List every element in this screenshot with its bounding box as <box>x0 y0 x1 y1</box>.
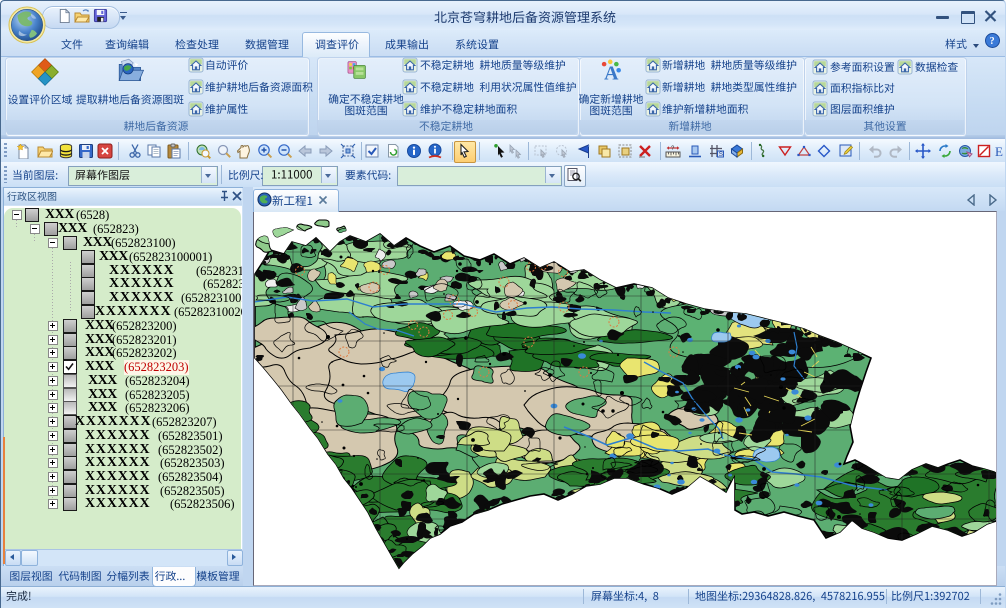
svg-text:?: ? <box>671 146 675 152</box>
svg-text:S: S <box>719 151 723 158</box>
svg-text:?: ? <box>990 36 995 47</box>
svg-text:E: E <box>995 144 1003 159</box>
